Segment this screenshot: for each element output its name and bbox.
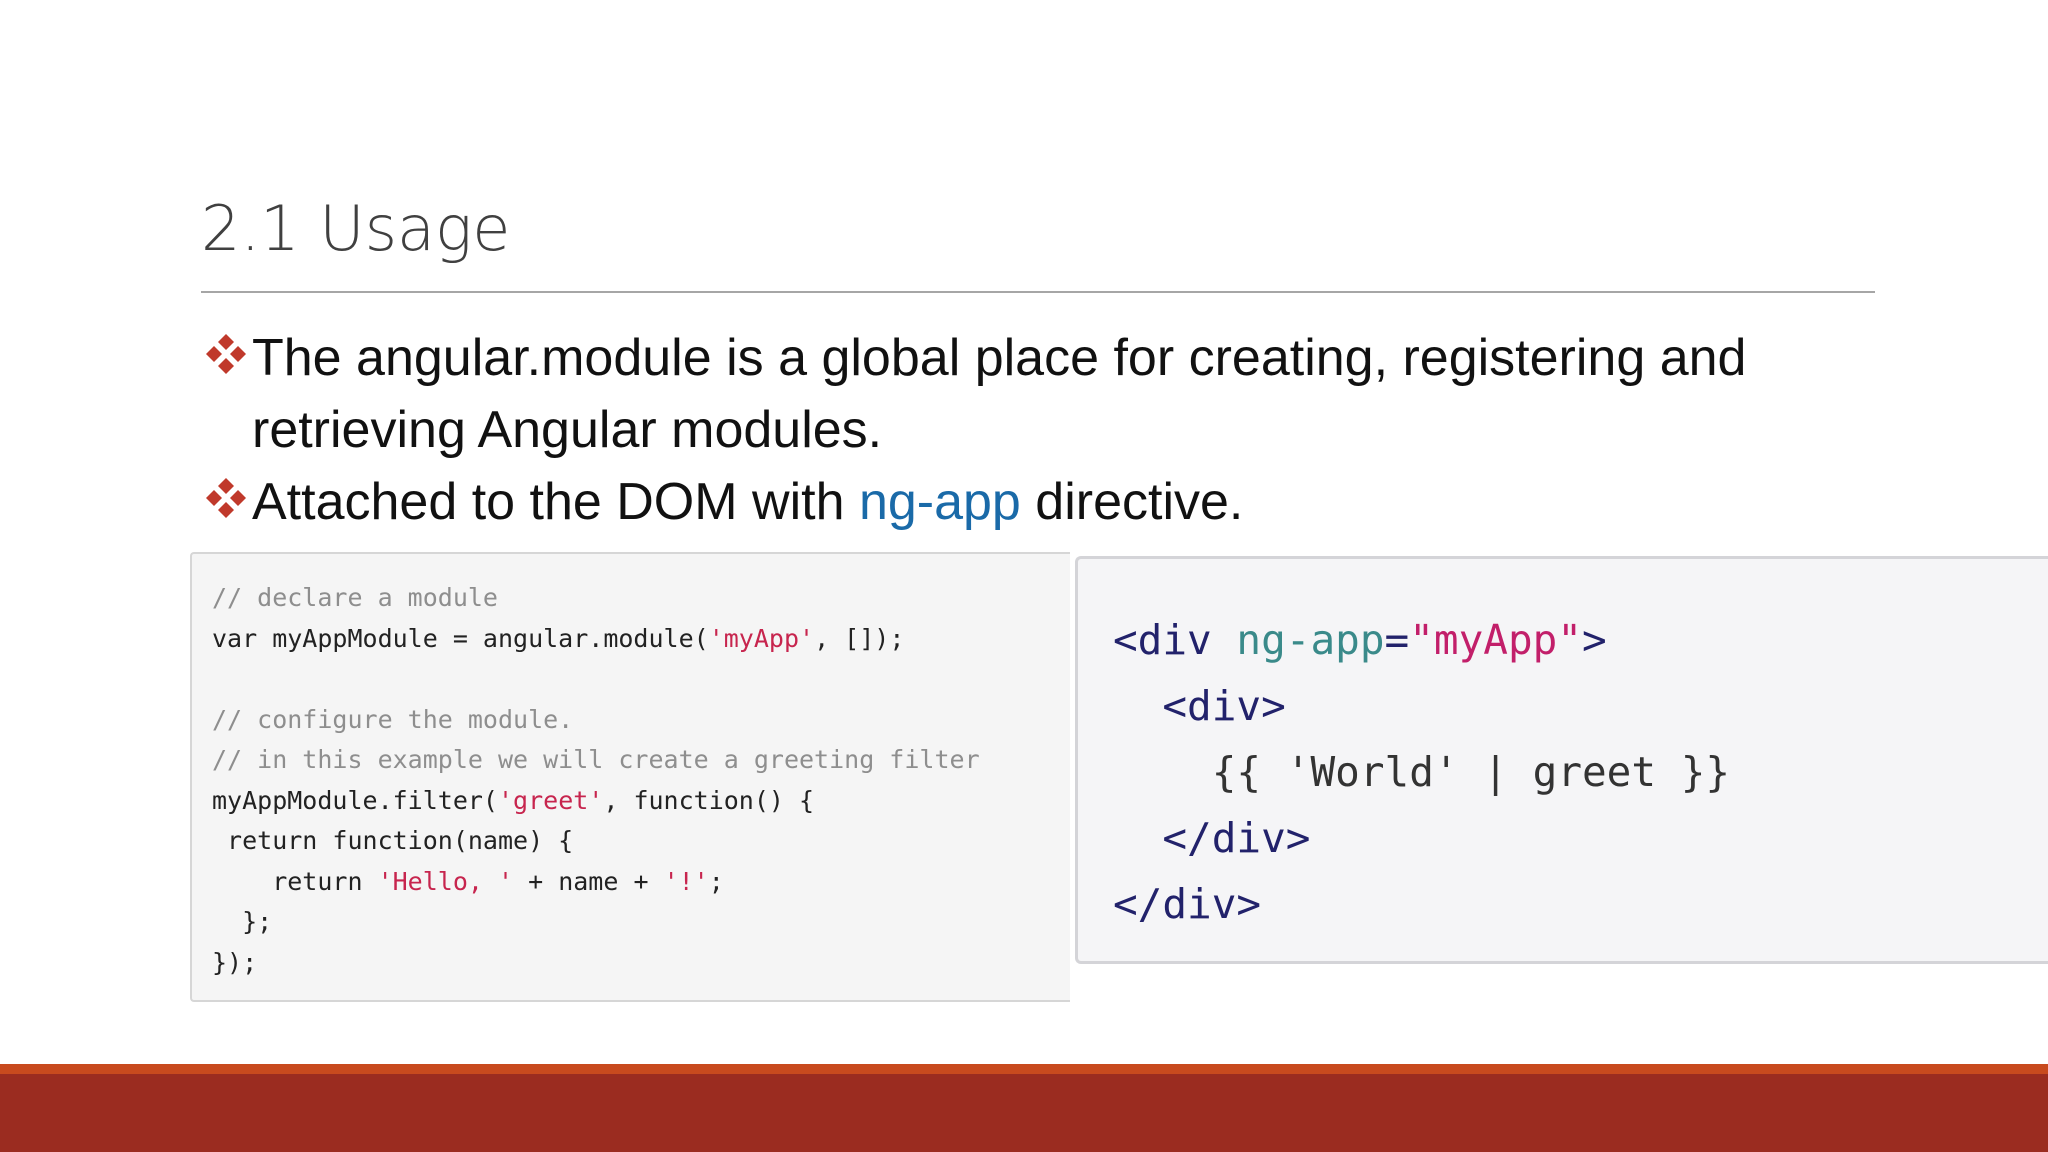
bullet-text-2: Attached to the DOM with ng-app directiv…	[252, 466, 1904, 538]
bullet-text-1-continued: retrieving Angular modules.	[252, 401, 883, 459]
code-token: =	[1384, 616, 1410, 664]
four-diamond-bullet-icon	[206, 334, 246, 374]
four-diamond-bullet-icon	[206, 478, 246, 518]
code-string: "myApp"	[1409, 616, 1583, 664]
code-token: myAppModule.filter(	[212, 785, 498, 815]
code-tag: >	[1582, 616, 1607, 664]
code-line: </div>	[1113, 880, 1262, 928]
js-code-block: // declare a module var myAppModule = ang…	[190, 552, 1070, 1002]
slide-title: 2.1 Usage	[201, 192, 511, 265]
code-attribute: ng-app	[1236, 616, 1385, 664]
bullet-text-2-after: directive.	[1020, 473, 1244, 531]
code-token: , function() {	[603, 785, 815, 815]
code-line: };	[212, 907, 273, 936]
code-line: <div>	[1113, 682, 1286, 730]
bullet-list: The angular.module is a global place for…	[204, 322, 1904, 538]
bullet-text-1: The angular.module is a global place for…	[252, 329, 1747, 387]
code-token: + name +	[513, 866, 664, 896]
title-divider	[201, 291, 1875, 293]
bullet-item-1: The angular.module is a global place for…	[204, 322, 1904, 466]
bullet-item-2: Attached to the DOM with ng-app directiv…	[204, 466, 1904, 538]
code-tag: <div	[1113, 616, 1237, 664]
code-line: {{ 'World' | greet }}	[1113, 748, 1731, 796]
code-string: 'Hello, '	[377, 866, 514, 896]
code-line: // in this example we will create a gree…	[212, 745, 980, 774]
code-line: return 'Hello, ' + name + '!';	[212, 862, 1070, 903]
code-line: <div ng-app="myApp">	[1113, 607, 2048, 673]
code-token: , []);	[814, 623, 905, 653]
code-line: myAppModule.filter('greet', function() {	[212, 781, 1070, 822]
code-string: 'greet'	[497, 785, 604, 815]
code-line: return function(name) {	[212, 826, 574, 855]
footer-band	[0, 1074, 2048, 1152]
code-line: // declare a module	[212, 583, 498, 612]
code-token: return	[212, 866, 378, 896]
code-string: '!'	[663, 866, 709, 896]
code-line: // configure the module.	[212, 704, 574, 734]
code-line: </div>	[1113, 814, 1311, 862]
html-code-block: <div ng-app="myApp"> <div> {{ 'World' | …	[1075, 556, 2048, 964]
footer-accent-stripe	[0, 1064, 2048, 1074]
ng-app-highlight: ng-app	[858, 473, 1021, 531]
code-string: 'myApp'	[708, 623, 815, 653]
code-token: var myAppModule = angular.module(	[212, 623, 709, 653]
code-line: var myAppModule = angular.module('myApp'…	[212, 619, 1070, 660]
code-token: ;	[708, 866, 724, 896]
bullet-text-2-before: Attached to the DOM with	[252, 473, 859, 531]
code-line: });	[212, 947, 258, 977]
